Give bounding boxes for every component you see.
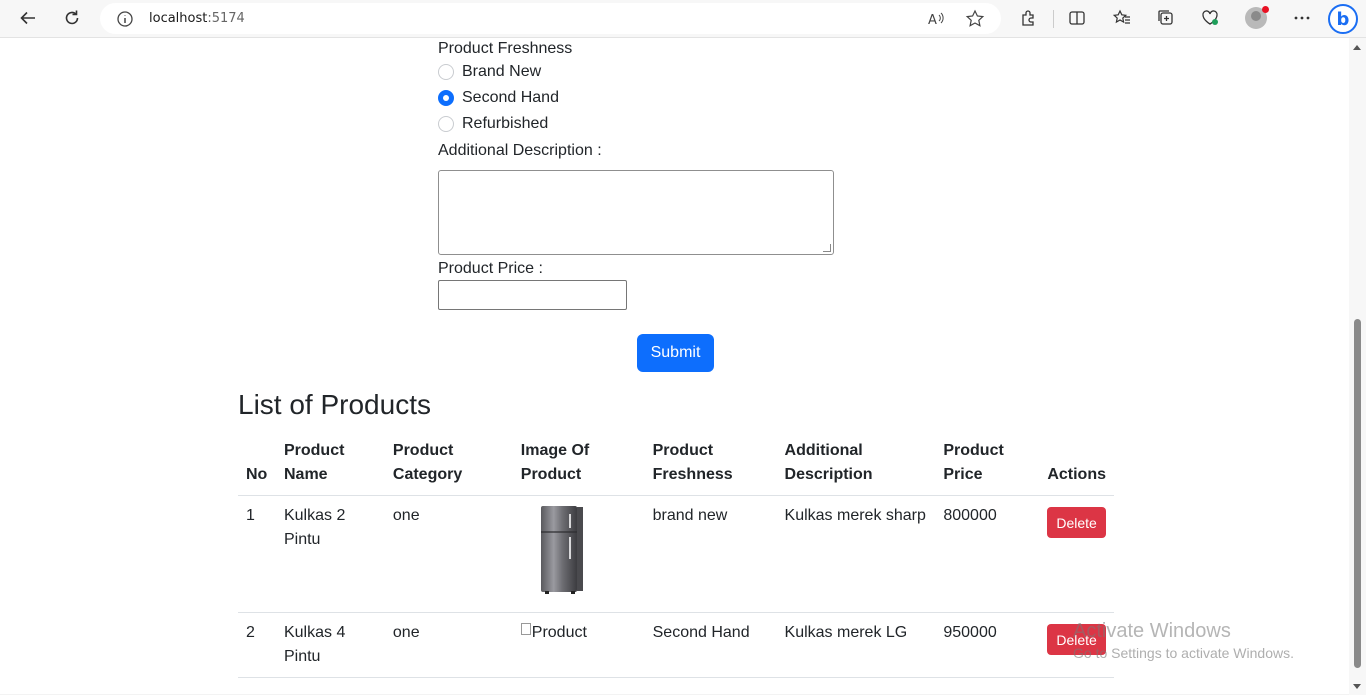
url-text: localhost:5174 bbox=[149, 11, 245, 26]
activate-windows-subtitle: Go to Settings to activate Windows. bbox=[1073, 645, 1294, 661]
more-menu-icon[interactable] bbox=[1288, 4, 1316, 32]
image-alt-text: Product bbox=[531, 624, 587, 641]
radio-button[interactable] bbox=[438, 116, 454, 132]
scroll-thumb[interactable] bbox=[1354, 319, 1361, 668]
cell-category: one bbox=[384, 612, 513, 678]
radio-label: Second Hand bbox=[462, 89, 559, 106]
description-label: Additional Description : bbox=[438, 142, 602, 159]
cell-actions: Delete bbox=[1039, 495, 1114, 613]
radio-second-hand[interactable]: Second Hand bbox=[438, 89, 559, 107]
collections-icon[interactable] bbox=[1152, 4, 1180, 32]
cell-name: Kulkas 4 Pintu bbox=[275, 612, 385, 678]
delete-button[interactable]: Delete bbox=[1047, 507, 1106, 538]
page-viewport: Product Freshness Brand New Second Hand … bbox=[0, 37, 1366, 695]
cell-freshness: brand new bbox=[644, 495, 777, 613]
submit-button[interactable]: Submit bbox=[637, 334, 714, 372]
extensions-icon[interactable] bbox=[1015, 4, 1043, 32]
fridge-image bbox=[535, 504, 591, 596]
products-heading: List of Products bbox=[238, 389, 431, 420]
cell-price: 950000 bbox=[935, 612, 1040, 678]
activate-windows-title: Activate Windows bbox=[1073, 620, 1231, 642]
col-header: Product Name bbox=[275, 431, 385, 496]
description-textarea[interactable] bbox=[438, 170, 834, 255]
toolbar-separator bbox=[1053, 10, 1054, 28]
cell-category: one bbox=[384, 495, 513, 613]
cell-no: 1 bbox=[238, 495, 276, 613]
favorite-star-icon[interactable] bbox=[965, 9, 985, 29]
col-header: Additional Description bbox=[776, 431, 936, 496]
cell-image bbox=[512, 495, 645, 613]
cell-price: 800000 bbox=[935, 495, 1040, 613]
split-screen-icon[interactable] bbox=[1063, 4, 1091, 32]
scroll-up-arrow-icon[interactable] bbox=[1353, 45, 1361, 50]
price-input[interactable] bbox=[438, 280, 627, 310]
radio-button-checked[interactable] bbox=[438, 90, 454, 106]
price-label: Product Price : bbox=[438, 260, 543, 277]
col-header: Actions bbox=[1039, 431, 1114, 496]
refresh-icon[interactable] bbox=[58, 4, 86, 32]
vertical-scrollbar[interactable] bbox=[1349, 38, 1366, 695]
radio-label: Brand New bbox=[462, 63, 542, 80]
cell-image: Product bbox=[512, 612, 645, 678]
cell-no: 2 bbox=[238, 612, 276, 678]
cell-description: Kulkas merek LG bbox=[776, 612, 936, 678]
read-aloud-icon[interactable]: A bbox=[926, 9, 946, 29]
products-table: No Product Name Product Category Image O… bbox=[238, 431, 1114, 678]
scroll-down-arrow-icon[interactable] bbox=[1353, 684, 1361, 689]
info-icon[interactable] bbox=[116, 10, 134, 28]
back-icon[interactable] bbox=[14, 4, 42, 32]
favorites-icon[interactable] bbox=[1108, 4, 1136, 32]
cell-description: Kulkas merek sharp bbox=[776, 495, 936, 613]
table-row: 2 Kulkas 4 Pintu one Product Second Hand… bbox=[238, 612, 1114, 678]
col-header: Product Category bbox=[384, 431, 513, 496]
copilot-icon[interactable]: b bbox=[1328, 4, 1358, 34]
browser-essentials-icon[interactable] bbox=[1196, 4, 1224, 32]
broken-image: Product bbox=[520, 621, 587, 645]
browser-toolbar: localhost:5174 A b bbox=[0, 0, 1366, 37]
freshness-label: Product Freshness bbox=[438, 40, 573, 57]
url-host: localhost bbox=[149, 11, 208, 26]
radio-refurbished[interactable]: Refurbished bbox=[438, 115, 548, 133]
col-header: Image Of Product bbox=[512, 431, 645, 496]
address-bar[interactable]: localhost:5174 A bbox=[100, 3, 1001, 34]
radio-button[interactable] bbox=[438, 64, 454, 80]
col-header: No bbox=[238, 431, 276, 496]
table-header-row: No Product Name Product Category Image O… bbox=[238, 431, 1114, 496]
cell-name: Kulkas 2 Pintu bbox=[275, 495, 385, 613]
table-row: 1 Kulkas 2 Pintu one brand new Kulkas me… bbox=[238, 495, 1114, 613]
notification-dot bbox=[1262, 6, 1269, 13]
url-port: :5174 bbox=[207, 11, 245, 26]
radio-brand-new[interactable]: Brand New bbox=[438, 63, 541, 81]
cell-freshness: Second Hand bbox=[644, 612, 777, 678]
radio-label: Refurbished bbox=[462, 115, 549, 132]
col-header: Product Freshness bbox=[644, 431, 777, 496]
col-header: Product Price bbox=[935, 431, 1040, 496]
svg-text:A: A bbox=[928, 13, 937, 28]
broken-image-icon bbox=[520, 623, 531, 635]
